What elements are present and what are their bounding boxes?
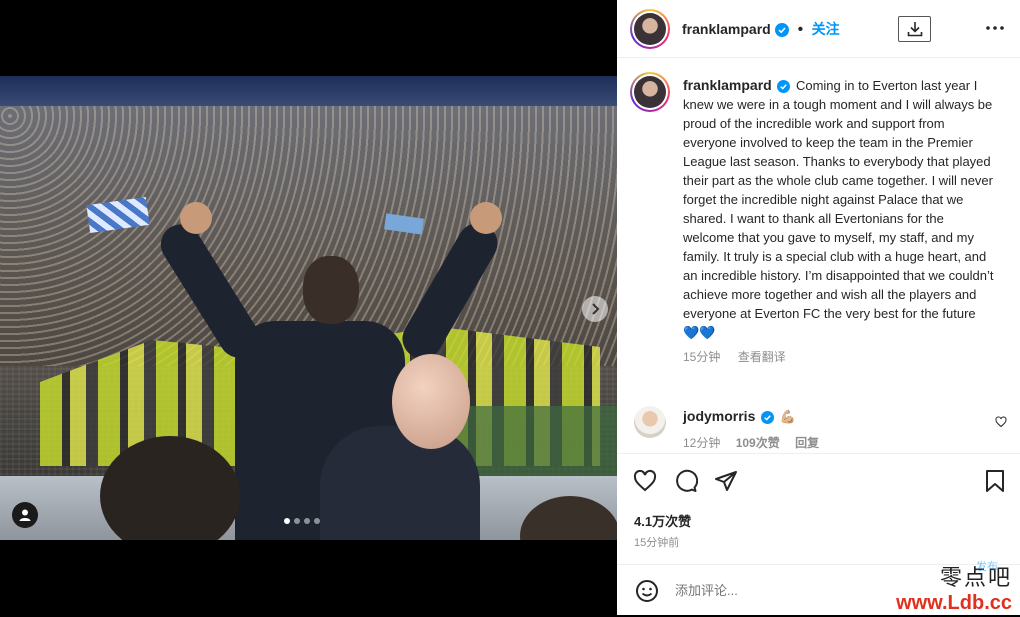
carousel-indicator xyxy=(284,518,320,524)
caption: franklampard Coming in to Everton last y… xyxy=(683,76,995,367)
post-media xyxy=(0,0,617,615)
download-icon xyxy=(907,22,922,37)
chevron-right-icon xyxy=(592,303,600,315)
watermark-url: www.Ldb.cc xyxy=(896,592,1012,614)
post-photo[interactable] xyxy=(0,76,617,540)
photo-fist-right xyxy=(470,202,502,234)
comment-line: jodymorris 💪🏼 xyxy=(683,408,796,425)
caption-username[interactable]: franklampard xyxy=(683,77,772,93)
author-avatar[interactable] xyxy=(630,9,670,49)
comment-text: 💪🏼 xyxy=(779,409,796,424)
watermark: 发布 零点吧 www.Ldb.cc xyxy=(896,560,1012,615)
post-time: 15分钟前 xyxy=(634,537,680,549)
post-comment-button[interactable]: 发布 xyxy=(976,558,998,574)
more-options-button[interactable] xyxy=(983,18,1007,38)
comment-bubble-icon[interactable] xyxy=(674,469,698,493)
photo-man-head xyxy=(303,256,359,324)
caption-text: Coming in to Everton last year I knew we… xyxy=(683,78,994,321)
comment-reply-button[interactable]: 回复 xyxy=(795,436,819,450)
like-heart-icon[interactable] xyxy=(633,469,657,493)
carousel-dot xyxy=(304,518,310,524)
save-bookmark-icon[interactable] xyxy=(985,469,1005,493)
user-icon xyxy=(19,509,31,521)
comment-meta: 12分钟 109次赞 回复 xyxy=(683,434,819,451)
add-comment-bar: 发布 零点吧 www.Ldb.cc xyxy=(617,561,1020,617)
post-panel: franklampard • 关注 franklampard Coming in… xyxy=(617,0,1020,615)
caption-emoji: 💙💙 xyxy=(683,325,716,340)
comment-likes[interactable]: 109次赞 xyxy=(736,436,780,450)
post-header: franklampard • 关注 xyxy=(617,0,1020,58)
tagged-users-button[interactable] xyxy=(12,502,38,528)
comment-input[interactable] xyxy=(673,582,897,599)
comment-like-heart-icon[interactable] xyxy=(995,416,1007,428)
carousel-next-button[interactable] xyxy=(582,296,608,322)
photo-bald-head xyxy=(392,354,470,449)
photo-fist-left xyxy=(180,202,212,234)
download-button[interactable] xyxy=(898,16,931,42)
post-actions: 4.1万次赞 15分钟前 发布 零点吧 www.Ldb.cc xyxy=(617,453,1020,616)
author-username[interactable]: franklampard xyxy=(682,21,771,37)
comment-username[interactable]: jodymorris xyxy=(683,408,755,424)
follow-button[interactable]: 关注 xyxy=(812,21,840,37)
verified-badge-icon xyxy=(777,80,791,94)
comment-time: 12分钟 xyxy=(683,436,721,450)
comments-area: franklampard Coming in to Everton last y… xyxy=(617,58,1020,453)
header-identity: franklampard • 关注 xyxy=(682,19,840,39)
photo-bald-man-body xyxy=(320,426,480,540)
carousel-dot-active xyxy=(284,518,290,524)
caption-time: 15分钟 xyxy=(683,350,721,364)
likes-count[interactable]: 4.1万次赞 xyxy=(634,511,691,530)
carousel-dot xyxy=(314,518,320,524)
share-paper-plane-icon[interactable] xyxy=(714,469,738,493)
photo-stand xyxy=(0,76,617,106)
separator-dot: • xyxy=(797,21,804,38)
caption-meta: 15分钟 查看翻译 xyxy=(683,348,995,367)
verified-badge-icon xyxy=(775,22,790,37)
comment-avatar[interactable] xyxy=(634,406,666,438)
caption-author-avatar[interactable] xyxy=(630,72,670,112)
verified-badge-icon xyxy=(760,411,774,425)
emoji-smiley-icon[interactable] xyxy=(635,579,659,603)
carousel-dot xyxy=(294,518,300,524)
see-translation-link[interactable]: 查看翻译 xyxy=(738,350,786,364)
more-options-icon xyxy=(986,26,1004,30)
